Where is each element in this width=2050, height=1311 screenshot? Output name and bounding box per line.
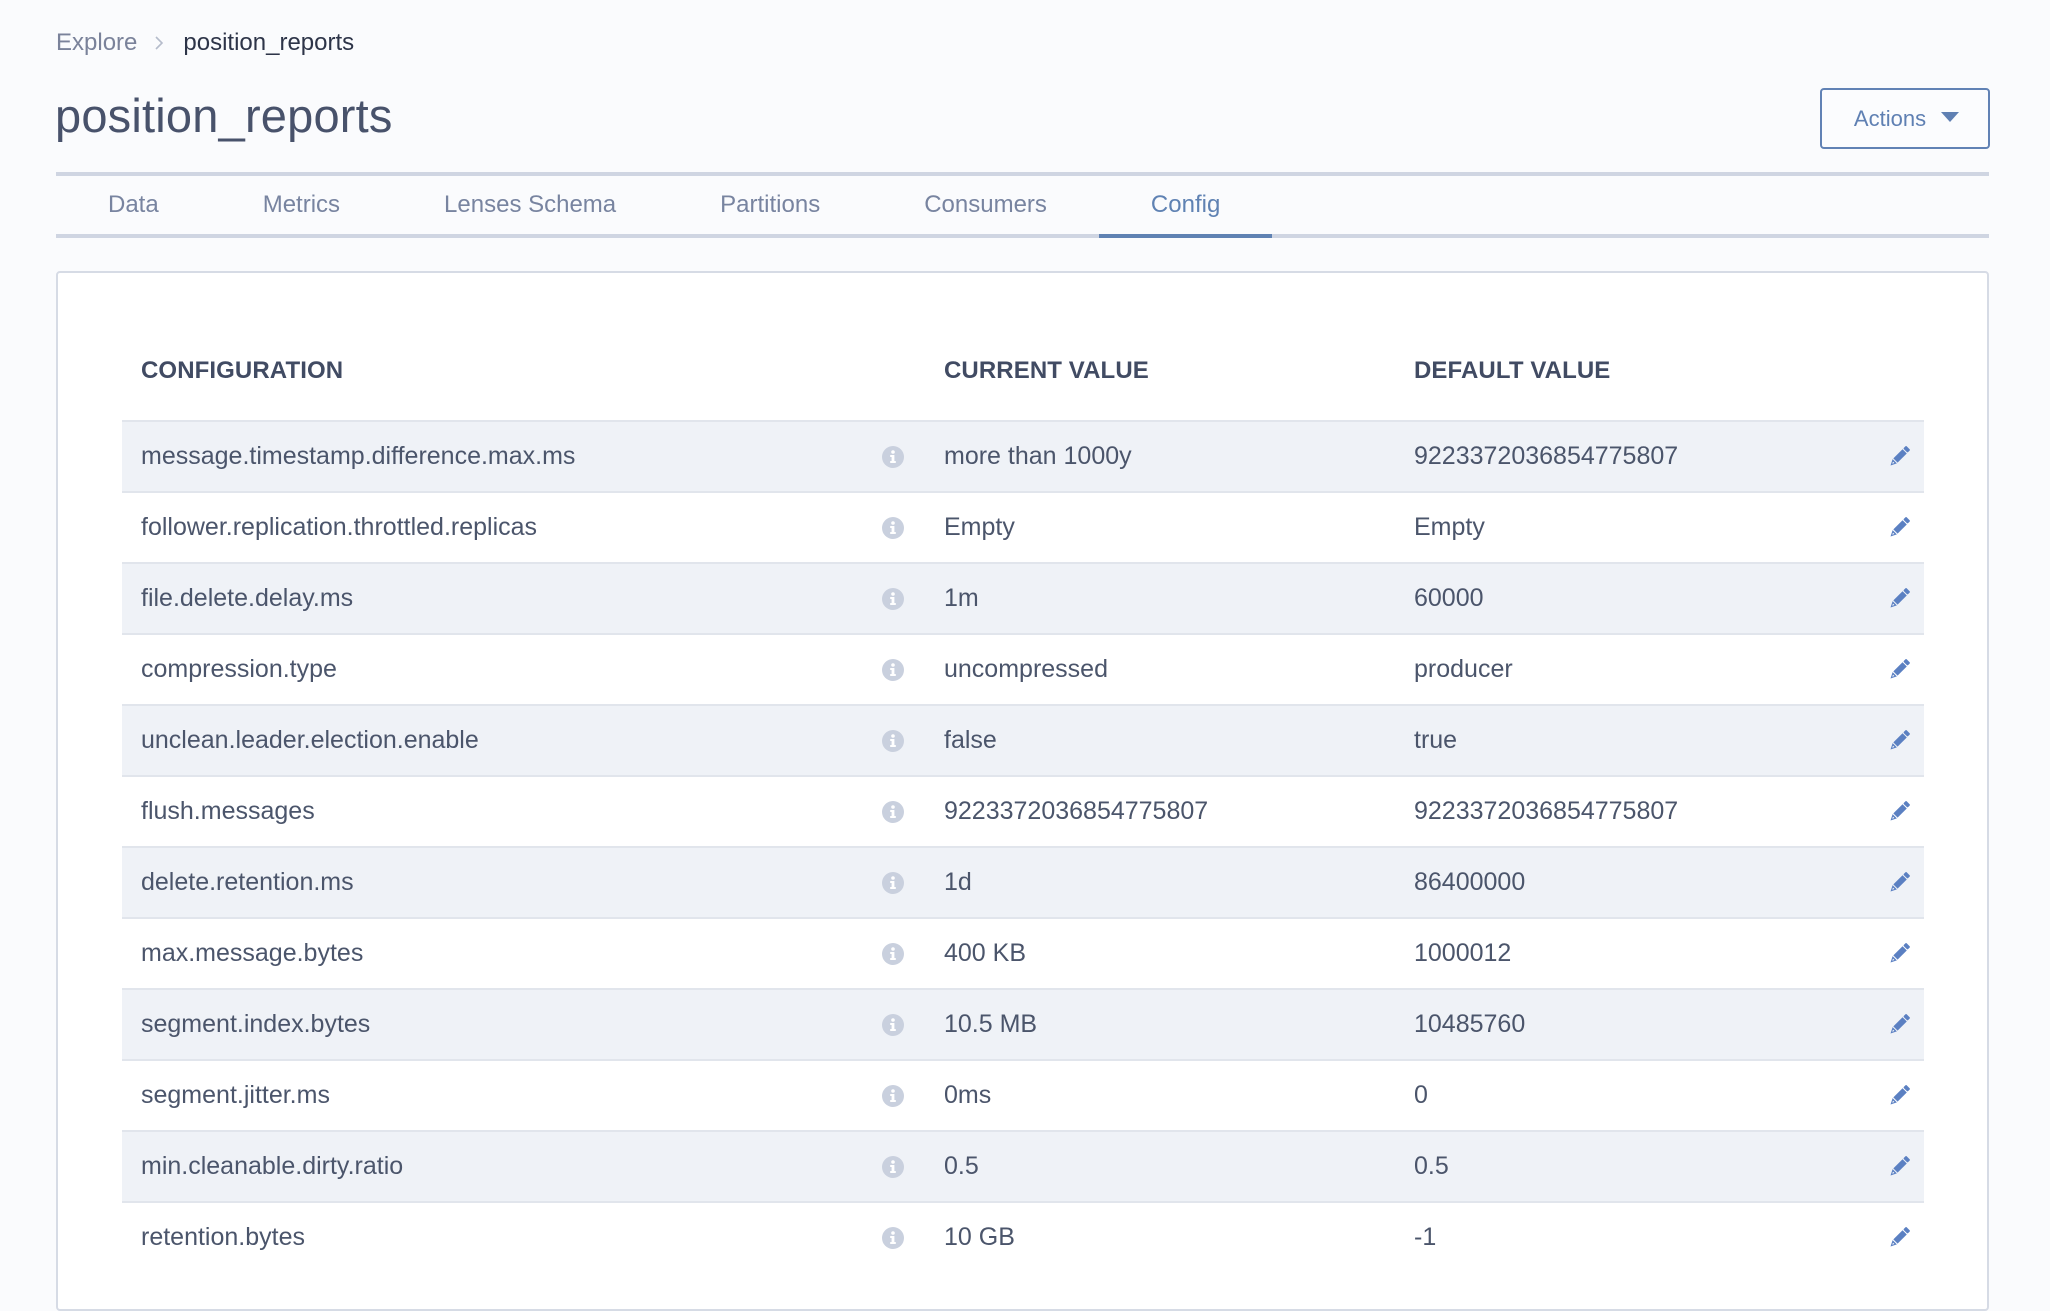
table-row: delete.retention.ms 1d 86400000 — [122, 846, 1924, 917]
config-name: flush.messages — [141, 797, 315, 825]
default-value: 60000 — [1414, 584, 1484, 612]
pencil-icon[interactable] — [1887, 658, 1911, 682]
default-value: -1 — [1414, 1223, 1437, 1251]
pencil-icon[interactable] — [1887, 445, 1911, 469]
default-value: true — [1414, 726, 1458, 754]
default-value: 86400000 — [1414, 868, 1526, 896]
table-header: CONFIGURATION CURRENT VALUE DEFAULT VALU… — [122, 322, 1924, 420]
chevron-right-icon — [144, 35, 174, 51]
config-name: segment.jitter.ms — [141, 1081, 330, 1109]
info-circle-icon[interactable] — [882, 942, 904, 965]
pencil-icon[interactable] — [1887, 1013, 1911, 1037]
tab-data[interactable]: Data — [56, 176, 211, 234]
tab-metrics[interactable]: Metrics — [211, 176, 392, 234]
info-circle-icon[interactable] — [882, 587, 904, 610]
default-value: producer — [1414, 655, 1513, 683]
current-value: 1d — [944, 868, 972, 896]
info-circle-icon[interactable] — [882, 658, 904, 681]
pencil-icon[interactable] — [1887, 516, 1911, 540]
config-name: segment.index.bytes — [141, 1010, 371, 1038]
tab-partitions[interactable]: Partitions — [668, 176, 872, 234]
table-row: flush.messages 9223372036854775807 92233… — [122, 775, 1924, 846]
pencil-icon[interactable] — [1887, 800, 1911, 824]
current-value: more than 1000y — [944, 442, 1132, 470]
info-circle-icon[interactable] — [882, 445, 904, 468]
breadcrumb: Explore position_reports — [56, 27, 354, 59]
tab-bar: Data Metrics Lenses Schema Partitions Co… — [56, 176, 1989, 238]
pencil-icon[interactable] — [1887, 871, 1911, 895]
info-circle-icon[interactable] — [882, 800, 904, 823]
pencil-icon[interactable] — [1887, 587, 1911, 611]
default-value: Empty — [1414, 513, 1485, 541]
current-value: 0ms — [944, 1081, 992, 1109]
info-circle-icon[interactable] — [882, 1155, 904, 1178]
breadcrumb-explore-link[interactable]: Explore — [56, 27, 137, 59]
page-title: position_reports — [55, 89, 393, 142]
config-card: CONFIGURATION CURRENT VALUE DEFAULT VALU… — [56, 271, 1989, 1311]
pencil-icon[interactable] — [1887, 1226, 1911, 1250]
current-value: Empty — [944, 513, 1015, 541]
default-value: 9223372036854775807 — [1414, 797, 1679, 825]
default-value: 9223372036854775807 — [1414, 442, 1679, 470]
default-value: 0.5 — [1414, 1152, 1449, 1180]
config-name: compression.type — [141, 655, 337, 683]
table-row: unclean.leader.election.enable false tru… — [122, 704, 1924, 775]
table-row: message.timestamp.difference.max.ms more… — [122, 420, 1924, 491]
tab-config[interactable]: Config — [1098, 176, 1273, 238]
info-circle-icon[interactable] — [882, 1013, 904, 1036]
config-table: CONFIGURATION CURRENT VALUE DEFAULT VALU… — [122, 322, 1924, 1272]
table-row: max.message.bytes 400 KB 1000012 — [122, 917, 1924, 988]
current-value: 1m — [944, 584, 979, 612]
table-row: compression.type uncompressed producer — [122, 633, 1924, 704]
current-value: 10 GB — [944, 1223, 1015, 1251]
info-circle-icon[interactable] — [882, 516, 904, 539]
actions-dropdown-button[interactable]: Actions — [1820, 88, 1990, 149]
config-name: message.timestamp.difference.max.ms — [141, 442, 576, 470]
column-header-current-value: CURRENT VALUE — [944, 357, 1149, 384]
info-circle-icon[interactable] — [882, 871, 904, 894]
caret-down-icon — [1940, 103, 1960, 129]
default-value: 0 — [1414, 1081, 1428, 1109]
table-row: min.cleanable.dirty.ratio 0.5 0.5 — [122, 1130, 1924, 1201]
default-value: 10485760 — [1414, 1010, 1526, 1038]
column-header-default-value: DEFAULT VALUE — [1414, 357, 1611, 384]
info-circle-icon[interactable] — [882, 729, 904, 752]
actions-button-label: Actions — [1853, 105, 1927, 131]
current-value: uncompressed — [944, 655, 1108, 683]
current-value: 400 KB — [944, 939, 1027, 967]
config-name: max.message.bytes — [141, 939, 364, 967]
pencil-icon[interactable] — [1887, 942, 1911, 966]
table-row: file.delete.delay.ms 1m 60000 — [122, 562, 1924, 633]
config-name: retention.bytes — [141, 1223, 305, 1251]
current-value: 9223372036854775807 — [944, 797, 1209, 825]
config-name: min.cleanable.dirty.ratio — [141, 1152, 404, 1180]
table-row: follower.replication.throttled.replicas … — [122, 491, 1924, 562]
table-row: segment.jitter.ms 0ms 0 — [122, 1059, 1924, 1130]
current-value: 0.5 — [944, 1152, 979, 1180]
table-row: retention.bytes 10 GB -1 — [122, 1201, 1924, 1272]
tab-consumers[interactable]: Consumers — [872, 176, 1099, 234]
current-value: false — [944, 726, 997, 754]
tab-lenses-schema[interactable]: Lenses Schema — [392, 176, 668, 234]
config-name: follower.replication.throttled.replicas — [141, 513, 538, 541]
info-circle-icon[interactable] — [882, 1226, 904, 1249]
config-name: delete.retention.ms — [141, 868, 354, 896]
config-name: file.delete.delay.ms — [141, 584, 354, 612]
config-name: unclean.leader.election.enable — [141, 726, 479, 754]
current-value: 10.5 MB — [944, 1010, 1038, 1038]
pencil-icon[interactable] — [1887, 729, 1911, 753]
pencil-icon[interactable] — [1887, 1155, 1911, 1179]
table-row: segment.index.bytes 10.5 MB 10485760 — [122, 988, 1924, 1059]
default-value: 1000012 — [1414, 939, 1512, 967]
column-header-configuration: CONFIGURATION — [141, 357, 344, 384]
breadcrumb-current: position_reports — [183, 29, 355, 56]
table-body: message.timestamp.difference.max.ms more… — [122, 420, 1924, 1272]
info-circle-icon[interactable] — [882, 1084, 904, 1107]
pencil-icon[interactable] — [1887, 1084, 1911, 1108]
